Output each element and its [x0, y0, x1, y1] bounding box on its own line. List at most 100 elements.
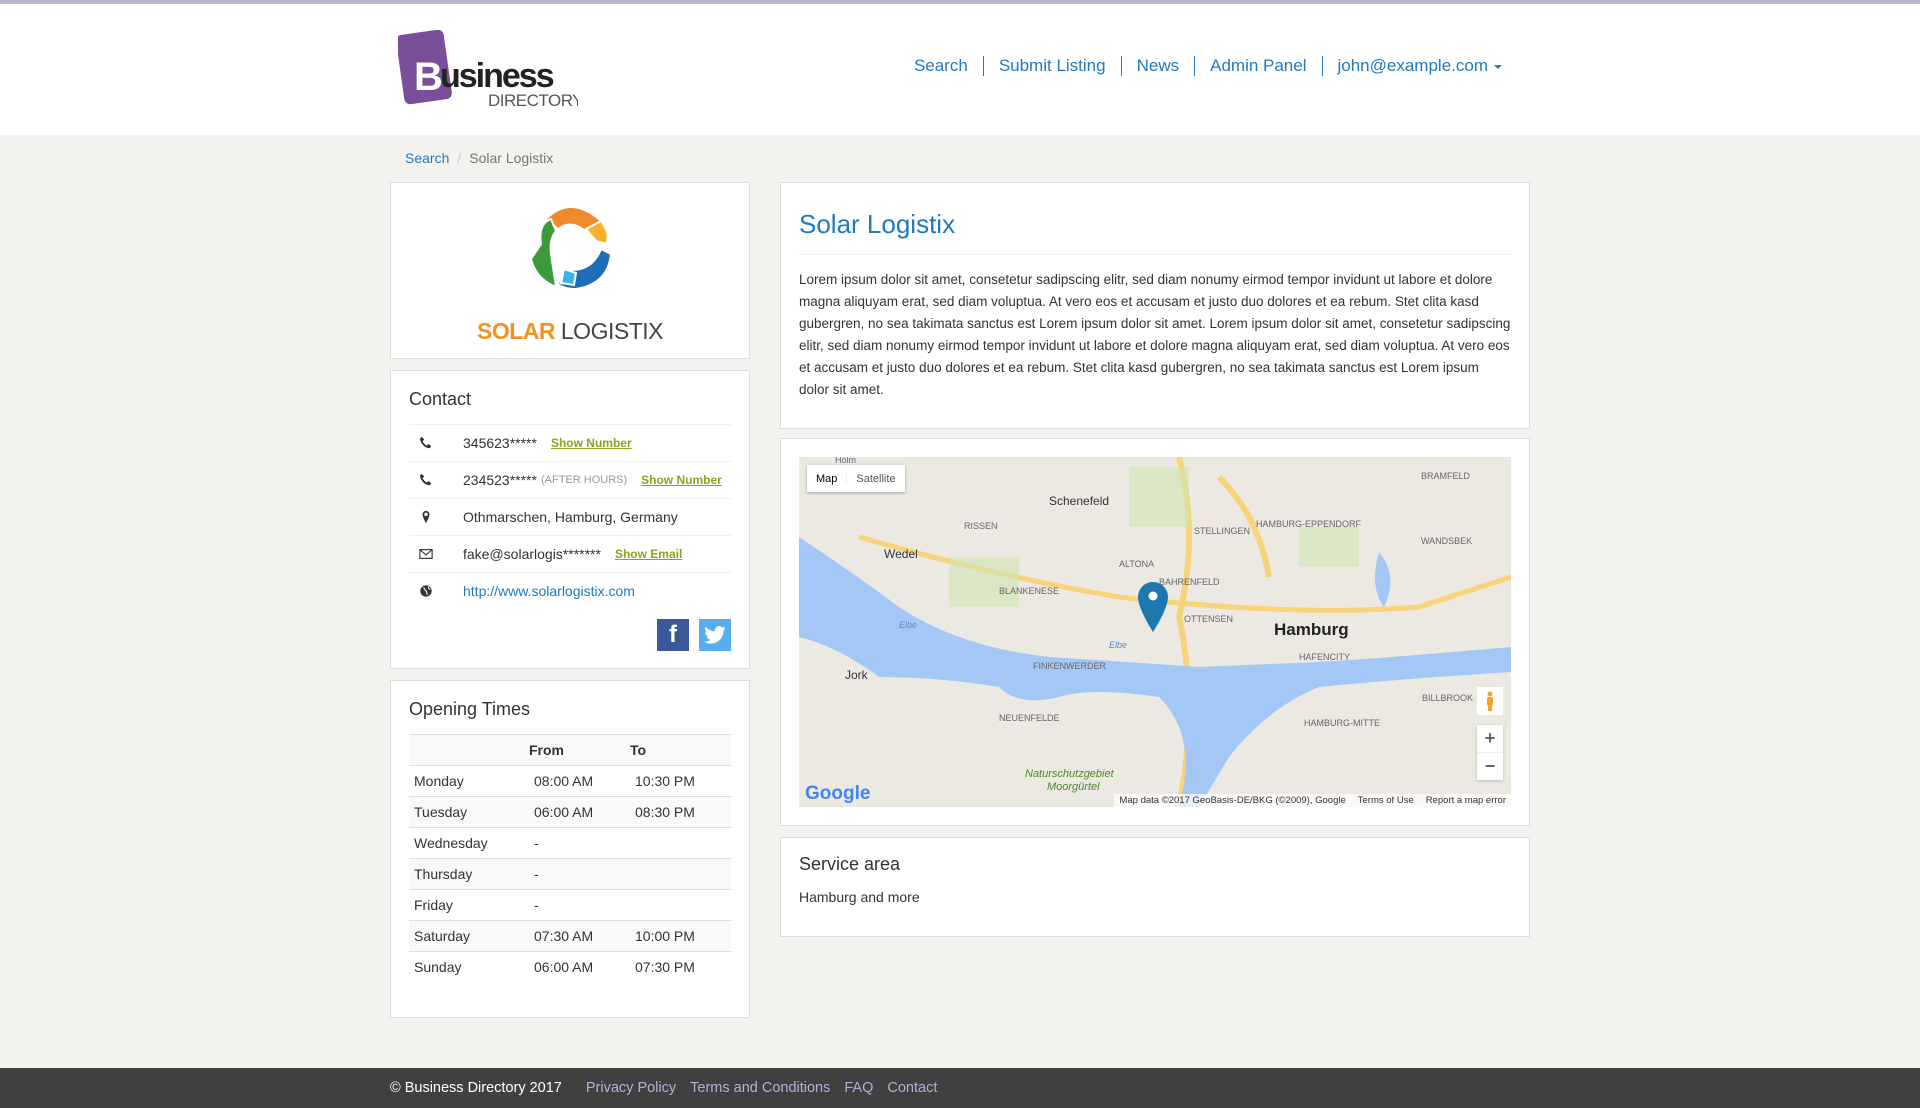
table-row: Wednesday -	[409, 827, 731, 859]
to-cell: 07:30 PM	[630, 951, 731, 983]
show-email-button[interactable]: Show Email	[615, 547, 682, 561]
phone-number-after-hours: 234523*****	[463, 472, 537, 488]
table-row: Sunday 06:00 AM 07:30 PM	[409, 951, 731, 983]
zoom-out-button[interactable]: −	[1477, 753, 1503, 780]
table-row: Saturday 07:30 AM 10:00 PM	[409, 920, 731, 952]
facebook-icon[interactable]: f	[657, 619, 689, 651]
to-cell: 10:30 PM	[630, 765, 731, 797]
phone-icon	[419, 473, 451, 487]
to-cell: 10:00 PM	[630, 920, 731, 952]
social-links: f	[657, 619, 731, 651]
user-menu[interactable]: john@example.com	[1321, 56, 1518, 76]
nav-admin-panel[interactable]: Admin Panel	[1194, 56, 1321, 76]
map-label: Elbe	[899, 620, 917, 630]
breadcrumb-search[interactable]: Search	[405, 150, 449, 166]
to-cell	[630, 827, 731, 859]
map-type-control: Map Satellite	[807, 465, 905, 492]
map-label: Jork	[845, 668, 869, 682]
service-area-panel: Service area Hamburg and more	[780, 837, 1530, 937]
copyright: © Business Directory 2017	[390, 1080, 562, 1096]
opening-times-panel: Opening Times From To Monday 08:00 AM 10:3…	[390, 680, 750, 1018]
business-directory-logo[interactable]: B usiness DIRECTORY	[398, 30, 578, 110]
nav-search[interactable]: Search	[899, 56, 983, 76]
website-link[interactable]: http://www.solarlogistix.com	[463, 583, 635, 599]
phone-icon	[419, 436, 451, 450]
table-row: Thursday -	[409, 858, 731, 890]
svg-text:usiness: usiness	[440, 57, 554, 95]
listing-description-panel: Solar Logistix Lorem ipsum dolor sit ame…	[780, 182, 1530, 429]
zoom-in-button[interactable]: +	[1477, 725, 1503, 753]
map-label: Holm	[835, 457, 856, 465]
map-label: BRAMFELD	[1421, 471, 1471, 481]
map-type-map-button[interactable]: Map	[807, 472, 848, 485]
day-cell: Saturday	[409, 920, 529, 952]
twitter-icon[interactable]	[699, 619, 731, 651]
col-from: From	[529, 734, 630, 766]
map-label: RISSEN	[964, 521, 998, 531]
street-view-pegman-icon[interactable]	[1477, 687, 1503, 715]
site-header: B usiness DIRECTORY Search Submit Listin…	[0, 4, 1920, 135]
contact-row-website: http://www.solarlogistix.com	[409, 572, 731, 609]
show-number-after-hours-button[interactable]: Show Number	[641, 473, 722, 487]
from-cell: 06:00 AM	[529, 796, 630, 828]
map-label: HAMBURG-EPPENDORF	[1256, 519, 1362, 529]
map-label: WANDSBEK	[1421, 536, 1472, 546]
map[interactable]: Holm Schenefeld RISSEN Wedel ALTONA BAHR…	[799, 457, 1511, 807]
table-row: Monday 08:00 AM 10:30 PM	[409, 765, 731, 797]
map-label: Schenefeld	[1049, 494, 1109, 508]
footer-contact[interactable]: Contact	[887, 1080, 937, 1096]
map-report-error-link[interactable]: Report a map error	[1426, 795, 1506, 806]
contact-row-phone: 345623***** Show Number	[409, 424, 731, 461]
map-type-satellite-button[interactable]: Satellite	[847, 473, 904, 485]
footer-privacy-policy[interactable]: Privacy Policy	[586, 1080, 676, 1096]
from-cell: 07:30 AM	[529, 920, 630, 952]
map-tiles: Holm Schenefeld RISSEN Wedel ALTONA BAHR…	[799, 457, 1511, 807]
caret-down-icon	[1494, 64, 1502, 69]
user-email: john@example.com	[1337, 56, 1489, 75]
day-cell: Monday	[409, 765, 529, 797]
google-logo-text: Google	[805, 783, 871, 804]
contact-panel: Contact 345623***** Show Number 234523**…	[390, 370, 750, 669]
footer-terms[interactable]: Terms and Conditions	[690, 1080, 830, 1096]
main-nav: Search Submit Listing News Admin Panel j…	[899, 56, 1517, 76]
breadcrumb: Search / Solar Logistix	[405, 150, 553, 166]
contact-row-phone-after-hours: 234523***** (AFTER HOURS) Show Number	[409, 461, 731, 498]
day-cell: Sunday	[409, 951, 529, 983]
col-to: To	[630, 734, 731, 766]
map-terms-link[interactable]: Terms of Use	[1358, 795, 1414, 806]
map-label: FINKENWERDER	[1033, 661, 1107, 671]
company-logo-panel: SOLAR LOGISTIX	[390, 182, 750, 359]
from-cell: -	[529, 858, 630, 890]
map-label: Naturschutzgebiet	[1025, 768, 1115, 780]
zoom-control: + −	[1477, 725, 1503, 780]
to-cell	[630, 889, 731, 921]
map-label: Moorgürtel	[1047, 781, 1100, 793]
company-logo-wordmark: SOLAR LOGISTIX	[391, 318, 749, 345]
contact-title: Contact	[409, 389, 472, 409]
site-footer: © Business Directory 2017 Privacy Policy…	[0, 1068, 1920, 1108]
map-label: BAHRENFELD	[1159, 577, 1220, 587]
breadcrumb-separator: /	[457, 150, 462, 166]
map-attribution: Map data ©2017 GeoBasis-DE/BKG (©2009), …	[1114, 794, 1511, 807]
footer-faq[interactable]: FAQ	[844, 1080, 873, 1096]
svg-text:B: B	[414, 55, 442, 99]
svg-text:DIRECTORY: DIRECTORY	[488, 91, 578, 110]
table-row: Tuesday 06:00 AM 08:30 PM	[409, 796, 731, 828]
nav-news[interactable]: News	[1120, 56, 1195, 76]
contact-row-email: fake@solarlogis******* Show Email	[409, 535, 731, 572]
to-cell: 08:30 PM	[630, 796, 731, 828]
google-logo: Google	[805, 783, 870, 805]
show-number-button[interactable]: Show Number	[551, 436, 632, 450]
map-label: BLANKENESE	[999, 586, 1059, 596]
logo-word-solar: SOLAR	[477, 318, 556, 344]
map-label: HAMBURG-MITTE	[1304, 718, 1380, 728]
map-label: Hamburg	[1274, 620, 1349, 639]
after-hours-note: (AFTER HOURS)	[540, 474, 628, 486]
map-label: Wedel	[884, 547, 918, 561]
contact-row-address: Othmarschen, Hamburg, Germany	[409, 498, 731, 535]
email: fake@solarlogis*******	[463, 546, 601, 562]
nav-submit-listing[interactable]: Submit Listing	[982, 56, 1121, 76]
map-marker-icon	[419, 510, 451, 524]
logo-word-logistix: LOGISTIX	[560, 318, 664, 344]
listing-title: Solar Logistix	[799, 183, 1511, 255]
